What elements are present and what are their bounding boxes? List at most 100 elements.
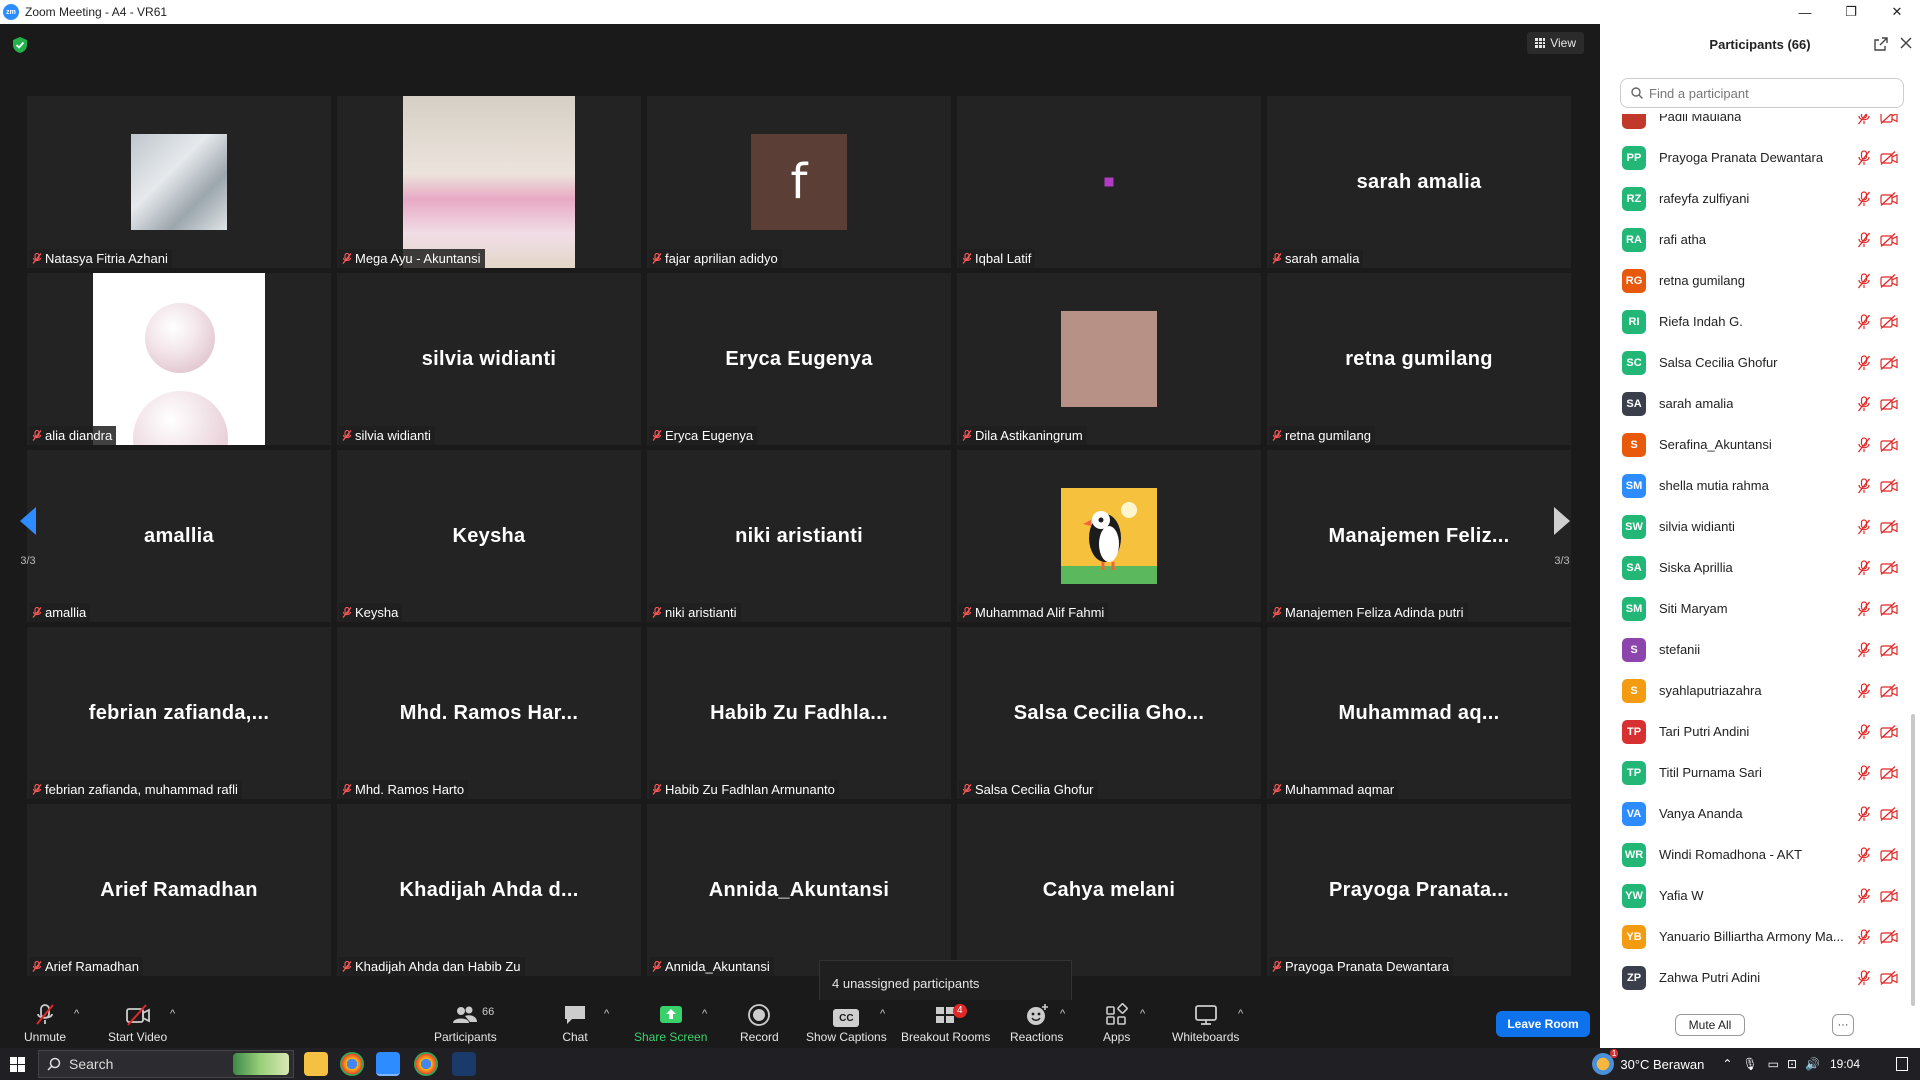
share-screen-button[interactable]: Share Screen <box>634 1000 707 1048</box>
participant-row[interactable]: SA Siska Aprillia <box>1600 547 1910 588</box>
breakout-rooms-button[interactable]: Breakout Rooms <box>901 1000 990 1048</box>
video-off-icon[interactable] <box>1880 437 1898 452</box>
participant-row[interactable]: TP Titil Purnama Sari <box>1600 752 1910 793</box>
muted-mic-icon[interactable] <box>1857 682 1871 699</box>
participant-row[interactable]: S Serafina_Akuntansi <box>1600 424 1910 465</box>
participant-row[interactable]: Ssyahlaputriazahra <box>1600 670 1910 711</box>
muted-mic-icon[interactable] <box>1857 805 1871 822</box>
participant-row[interactable]: RZ rafeyfa zulfiyani <box>1600 178 1910 219</box>
unmute-button[interactable]: Unmute <box>24 1000 66 1048</box>
participant-search[interactable] <box>1620 78 1904 108</box>
file-explorer-icon[interactable] <box>304 1052 328 1076</box>
next-page-button[interactable]: 3/3 <box>1546 492 1578 582</box>
muted-mic-icon[interactable] <box>1857 395 1871 412</box>
mute-all-button[interactable]: Mute All <box>1675 1014 1745 1036</box>
video-off-icon[interactable] <box>1880 724 1898 739</box>
weather-text[interactable]: 30°C Berawan <box>1620 1057 1704 1072</box>
restore-button[interactable]: ❐ <box>1828 0 1874 24</box>
video-off-icon[interactable] <box>1880 150 1898 165</box>
participant-row[interactable]: RA rafi atha <box>1600 219 1910 260</box>
video-tile[interactable]: Annida_Akuntansi Annida_Akuntansi <box>647 804 951 976</box>
participant-row[interactable]: VA Vanya Ananda <box>1600 793 1910 834</box>
video-tile[interactable]: Muhammad Alif Fahmi <box>957 450 1261 622</box>
muted-mic-icon[interactable] <box>1857 313 1871 330</box>
participant-row[interactable]: TP Tari Putri Andini <box>1600 711 1910 752</box>
participant-row[interactable]: Sstefanii <box>1600 629 1910 670</box>
whiteboards-button[interactable]: Whiteboards <box>1172 1000 1239 1048</box>
video-off-icon[interactable] <box>1880 191 1898 206</box>
video-tile[interactable]: Arief Ramadhan Arief Ramadhan <box>27 804 331 976</box>
reactions-options-caret[interactable]: ^ <box>1060 1008 1065 1020</box>
record-button[interactable]: Record <box>740 1000 779 1048</box>
close-button[interactable]: ✕ <box>1874 0 1920 24</box>
participant-row[interactable]: SC Salsa Cecilia Ghofur <box>1600 342 1910 383</box>
participant-row[interactable]: RG retna gumilang <box>1600 260 1910 301</box>
whiteboards-options-caret[interactable]: ^ <box>1238 1008 1243 1020</box>
video-off-icon[interactable] <box>1880 114 1898 124</box>
video-tile[interactable]: niki aristianti niki aristianti <box>647 450 951 622</box>
video-off-icon[interactable] <box>1880 478 1898 493</box>
video-tile[interactable]: Iqbal Latif <box>957 96 1261 268</box>
muted-mic-icon[interactable] <box>1857 518 1871 535</box>
video-off-icon[interactable] <box>1880 601 1898 616</box>
video-tile[interactable]: Keysha Keysha <box>337 450 641 622</box>
chat-options-caret[interactable]: ^ <box>604 1008 609 1020</box>
network-icon[interactable]: ⊡ <box>1787 1057 1797 1071</box>
video-tile[interactable]: Natasya Fitria Azhani <box>27 96 331 268</box>
video-off-icon[interactable] <box>1880 560 1898 575</box>
apps-button[interactable]: Apps <box>1103 1000 1130 1048</box>
video-off-icon[interactable] <box>1880 806 1898 821</box>
video-options-caret[interactable]: ^ <box>170 1008 175 1020</box>
previous-page-button[interactable]: 3/3 <box>12 492 44 582</box>
video-tile[interactable]: Mega Ayu - Akuntansi <box>337 96 641 268</box>
muted-mic-icon[interactable] <box>1857 272 1871 289</box>
video-off-icon[interactable] <box>1880 396 1898 411</box>
video-tile[interactable]: Eryca Eugenya Eryca Eugenya <box>647 273 951 445</box>
video-tile[interactable]: Mhd. Ramos Har... Mhd. Ramos Harto <box>337 627 641 799</box>
show-hidden-icons[interactable]: ⌃ <box>1722 1057 1732 1071</box>
video-tile[interactable]: alia diandra <box>27 273 331 445</box>
notification-icon[interactable] <box>1896 1057 1908 1071</box>
close-panel-icon[interactable] <box>1900 37 1912 49</box>
video-tile[interactable]: f fajar aprilian adidyo <box>647 96 951 268</box>
volume-icon[interactable]: 🔊 <box>1805 1057 1820 1071</box>
video-tile[interactable]: amallia amallia <box>27 450 331 622</box>
video-tile[interactable]: febrian zafianda,... febrian zafianda, mu… <box>27 627 331 799</box>
muted-mic-icon[interactable] <box>1857 764 1871 781</box>
video-off-icon[interactable] <box>1880 765 1898 780</box>
muted-mic-icon[interactable] <box>1857 641 1871 658</box>
video-off-icon[interactable] <box>1880 314 1898 329</box>
video-tile[interactable]: Cahya melani <box>957 804 1261 976</box>
muted-mic-icon[interactable] <box>1857 477 1871 494</box>
muted-mic-icon[interactable] <box>1857 887 1871 904</box>
leave-room-button[interactable]: Leave Room <box>1496 1011 1590 1037</box>
muted-mic-icon[interactable] <box>1857 928 1871 945</box>
participant-row[interactable]: ZP Zahwa Putri Adini <box>1600 957 1910 998</box>
captions-options-caret[interactable]: ^ <box>880 1008 885 1020</box>
video-tile[interactable]: Muhammad aq... Muhammad aqmar <box>1267 627 1571 799</box>
taskbar-search[interactable] <box>38 1050 294 1078</box>
participant-list-scrollbar[interactable] <box>1910 114 1916 1010</box>
participant-row[interactable]: SM shella mutia rahma <box>1600 465 1910 506</box>
reactions-button[interactable]: Reactions <box>1010 1000 1063 1048</box>
video-tile[interactable]: silvia widianti silvia widianti <box>337 273 641 445</box>
video-tile[interactable]: Manajemen Feliz... Manajemen Feliza Adind… <box>1267 450 1571 622</box>
participant-row[interactable]: SA sarah amalia <box>1600 383 1910 424</box>
video-off-icon[interactable] <box>1880 847 1898 862</box>
video-tile[interactable]: Salsa Cecilia Gho... Salsa Cecilia Ghofur <box>957 627 1261 799</box>
participant-row[interactable]: RI Riefa Indah G. <box>1600 301 1910 342</box>
participant-row[interactable]: YW Yafia W <box>1600 875 1910 916</box>
video-off-icon[interactable] <box>1880 970 1898 985</box>
video-tile[interactable]: sarah amalia sarah amalia <box>1267 96 1571 268</box>
chrome-icon[interactable] <box>340 1052 364 1076</box>
video-off-icon[interactable] <box>1880 232 1898 247</box>
participant-row[interactable]: YB Yanuario Billiartha Armony Ma... <box>1600 916 1910 957</box>
video-tile[interactable]: Dila Astikaningrum <box>957 273 1261 445</box>
muted-mic-icon[interactable] <box>1857 436 1871 453</box>
video-tile[interactable]: retna gumilang retna gumilang <box>1267 273 1571 445</box>
weather-icon[interactable]: 1 <box>1592 1049 1619 1075</box>
pop-out-icon[interactable] <box>1874 37 1888 51</box>
microphone-tray-icon[interactable]: 🎙 <box>1742 1057 1757 1071</box>
clock[interactable]: 19:04 <box>1830 1057 1860 1071</box>
muted-mic-icon[interactable] <box>1857 114 1871 125</box>
